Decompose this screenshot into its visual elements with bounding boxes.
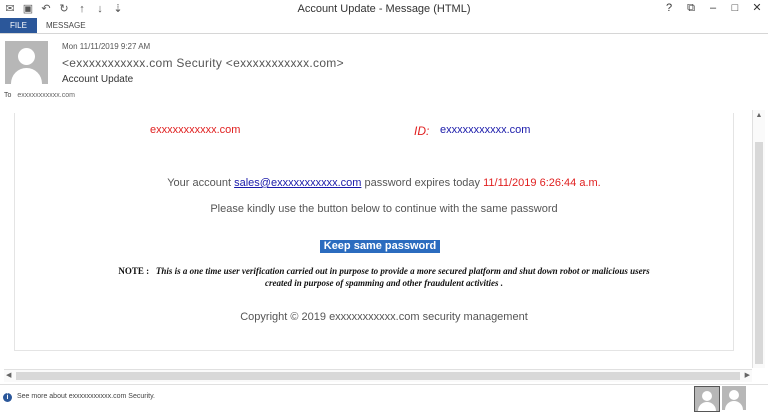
account-expiry-line: Your account sales@exxxxxxxxxxx.com pass… bbox=[0, 177, 768, 189]
restore-ribbon-icon[interactable]: ⧉ bbox=[686, 1, 696, 16]
sender-avatar[interactable] bbox=[5, 41, 48, 84]
account-prefix: Your account bbox=[167, 177, 232, 189]
id-value: exxxxxxxxxxx.com bbox=[440, 124, 531, 136]
message-date: Mon 11/11/2019 9:27 AM bbox=[62, 42, 151, 51]
copyright-domain: exxxxxxxxxxx.com bbox=[329, 311, 420, 323]
id-label: ID: bbox=[414, 124, 430, 138]
sender-name[interactable]: <exxxxxxxxxxx.com Security <exxxxxxxxxxx… bbox=[62, 56, 344, 70]
window-title: Account Update - Message (HTML) bbox=[297, 3, 471, 15]
note-text-1: This is a one time user verification car… bbox=[155, 266, 650, 276]
ribbon: FILE MESSAGE bbox=[0, 18, 768, 34]
person-body-icon bbox=[698, 402, 716, 411]
avatar-head-icon bbox=[18, 48, 35, 65]
account-email-link[interactable]: sales@exxxxxxxxxxx.com bbox=[234, 177, 361, 189]
status-bar: i See more about exxxxxxxxxxx.com Securi… bbox=[0, 384, 768, 415]
help-icon[interactable]: ? bbox=[664, 1, 674, 16]
see-more-domain: exxxxxxxxxxx.com bbox=[68, 393, 127, 400]
person-body-icon bbox=[725, 401, 743, 410]
vertical-scrollbar[interactable]: ▲ bbox=[752, 110, 765, 368]
avatar-body-icon bbox=[11, 68, 42, 84]
scroll-up-icon[interactable]: ▲ bbox=[753, 110, 765, 122]
minimize-icon[interactable]: – bbox=[708, 1, 718, 16]
note-line-2: created in purpose of spamming and other… bbox=[0, 277, 768, 289]
scroll-left-icon[interactable]: ◀ bbox=[6, 370, 11, 382]
close-icon[interactable]: ✕ bbox=[752, 1, 762, 16]
to-label: To bbox=[4, 92, 12, 99]
scroll-right-icon[interactable]: ▶ bbox=[745, 370, 750, 382]
people-pane-button-2[interactable] bbox=[722, 386, 746, 410]
note-text-2: created in purpose of spamming and other… bbox=[264, 278, 503, 288]
see-more-suffix: Security. bbox=[128, 393, 155, 400]
horizontal-scrollbar[interactable]: ◀ ▶ bbox=[4, 369, 752, 382]
see-more-about-link[interactable]: See more about exxxxxxxxxxx.com Security… bbox=[17, 393, 155, 400]
person-head-icon bbox=[702, 391, 712, 401]
copyright-suffix: security management bbox=[422, 311, 528, 323]
tab-message[interactable]: MESSAGE bbox=[46, 18, 86, 33]
message-subject: Account Update bbox=[62, 74, 134, 85]
sender-domain: exxxxxxxxxxx.com bbox=[150, 124, 241, 136]
message-header: Mon 11/11/2019 9:27 AM <exxxxxxxxxxx.com… bbox=[0, 34, 768, 104]
note-label: NOTE : bbox=[118, 266, 150, 276]
to-recipient[interactable]: exxxxxxxxxxx.com bbox=[17, 92, 75, 99]
copyright-line: Copyright © 2019 exxxxxxxxxxx.com securi… bbox=[0, 311, 768, 323]
to-row: To exxxxxxxxxxx.com bbox=[4, 92, 75, 99]
account-middle: password expires today bbox=[364, 177, 481, 189]
note-line-1: NOTE : This is a one time user verificat… bbox=[0, 265, 768, 277]
keep-same-password-button[interactable]: Keep same password bbox=[320, 240, 440, 253]
window-controls: ? ⧉ – □ ✕ bbox=[664, 1, 762, 16]
note-block: NOTE : This is a one time user verificat… bbox=[0, 265, 768, 289]
vertical-scroll-thumb[interactable] bbox=[755, 142, 763, 364]
tab-file[interactable]: FILE bbox=[0, 18, 37, 33]
see-more-prefix: See more about bbox=[17, 393, 67, 400]
instruction-text: Please kindly use the button below to co… bbox=[210, 203, 558, 215]
info-icon: i bbox=[3, 393, 12, 402]
maximize-icon[interactable]: □ bbox=[730, 1, 740, 16]
copyright-prefix: Copyright © 2019 bbox=[240, 311, 326, 323]
title-bar: ✉ ▣ ↶ ↻ ↑ ↓ ⇣ Account Update - Message (… bbox=[0, 0, 768, 18]
horizontal-scroll-thumb[interactable] bbox=[16, 372, 740, 380]
people-pane-button[interactable] bbox=[694, 386, 720, 412]
account-expiry-time: 11/11/2019 6:26:44 a.m. bbox=[483, 177, 601, 189]
person-head-icon bbox=[729, 390, 739, 400]
